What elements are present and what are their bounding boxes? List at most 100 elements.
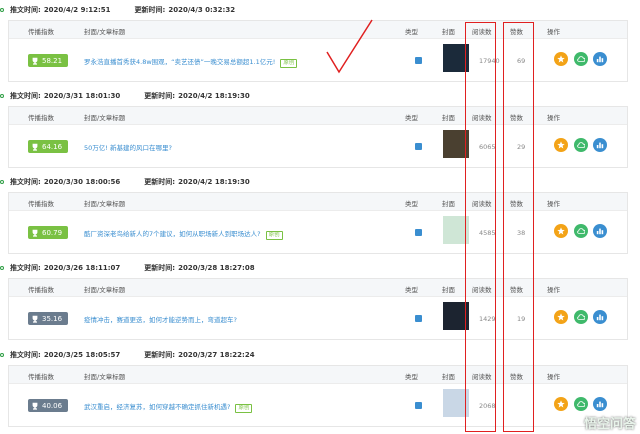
trophy-icon <box>32 57 38 65</box>
article-title-text: 50万亿! 新基建的风口在哪里? <box>84 144 172 152</box>
article-meta: 推文时间: 2020/3/26 18:11:07 更新时间: 2020/3/28… <box>0 262 640 274</box>
table-header: 传播指数 封面/文章标题 类型 封面 阅读数 赞数 操作 <box>9 366 627 384</box>
stats-button[interactable] <box>593 310 607 324</box>
trophy-icon <box>32 229 38 237</box>
score-value: 40.06 <box>42 401 63 410</box>
image-type-icon <box>415 143 422 150</box>
star-icon <box>557 227 565 235</box>
image-type-icon <box>415 229 422 236</box>
score-value: 35.16 <box>42 314 63 323</box>
bar-chart-icon <box>596 56 604 63</box>
cloud-button[interactable] <box>574 224 588 238</box>
score-badge: 58.21 <box>28 54 68 67</box>
col-header-score: 传播指数 <box>28 114 54 122</box>
score-badge: 60.79 <box>28 226 68 239</box>
image-type-icon <box>415 57 422 64</box>
article-card: 传播指数 封面/文章标题 类型 封面 阅读数 赞数 操作 64.16 50万亿!… <box>8 106 628 168</box>
col-header-cover: 封面 <box>442 114 455 122</box>
update-time-value: 2020/4/2 18:19:30 <box>178 178 250 186</box>
image-type-icon <box>415 315 422 322</box>
cloud-button[interactable] <box>574 138 588 152</box>
col-header-actions: 操作 <box>547 373 560 381</box>
update-time-label: 更新时间: <box>134 6 166 14</box>
original-tag: 原创 <box>235 404 253 413</box>
col-header-cover: 封面 <box>442 373 455 381</box>
update-time-label: 更新时间: <box>144 264 176 272</box>
col-header-type: 类型 <box>405 286 418 294</box>
publish-time-label: 推文时间: <box>10 264 41 272</box>
original-tag: 原创 <box>265 231 283 240</box>
table-row: 58.21 罗永浩直播首秀获4.8w围观，“卖艺还债”一晚交易总额超1.1亿元!… <box>9 40 627 82</box>
timeline-dot <box>0 8 4 12</box>
table-row: 35.16 疫情冲击，赛道更迭，如何才能逆势而上，弯道超车? 1429 19 <box>9 298 627 340</box>
publish-time-label: 推文时间: <box>10 351 41 359</box>
col-header-cover: 封面 <box>442 286 455 294</box>
image-type-icon <box>415 402 422 409</box>
stats-button[interactable] <box>593 138 607 152</box>
article-title-link[interactable]: 罗永浩直播首秀获4.8w围观，“卖艺还债”一晚交易总额超1.1亿元! 原创 <box>84 56 298 68</box>
bar-chart-icon <box>596 401 604 408</box>
col-header-type: 类型 <box>405 373 418 381</box>
publish-time-value: 2020/3/25 18:05:57 <box>43 351 121 359</box>
score-value: 58.21 <box>42 56 63 65</box>
col-header-cover: 封面 <box>442 28 455 36</box>
publish-time-label: 推文时间: <box>10 178 41 186</box>
timeline-dot <box>0 353 4 357</box>
publish-time-value: 2020/3/30 18:00:56 <box>43 178 121 186</box>
article-card: 传播指数 封面/文章标题 类型 封面 阅读数 赞数 操作 40.06 武汉重启，… <box>8 365 628 427</box>
table-row: 40.06 武汉重启，经济复苏，如何穿越不确定抓住新机遇? 原创 2068 <box>9 385 627 427</box>
update-time-label: 更新时间: <box>144 351 176 359</box>
article-title-link[interactable]: 酷厂资深老鸟给新人的7个建议，如何从职场新人到职场达人? 原创 <box>84 228 283 240</box>
col-header-actions: 操作 <box>547 28 560 36</box>
original-tag: 原创 <box>280 59 298 68</box>
star-icon <box>557 55 565 63</box>
col-header-actions: 操作 <box>547 114 560 122</box>
table-row: 64.16 50万亿! 新基建的风口在哪里? 6065 29 <box>9 126 627 168</box>
star-button[interactable] <box>554 138 568 152</box>
score-badge: 40.06 <box>28 399 68 412</box>
article-title-link[interactable]: 疫情冲击，赛道更迭，如何才能逆势而上，弯道超车? <box>84 314 237 324</box>
article-card: 传播指数 封面/文章标题 类型 封面 阅读数 赞数 操作 35.16 疫情冲击，… <box>8 278 628 340</box>
article-title-link[interactable]: 武汉重启，经济复苏，如何穿越不确定抓住新机遇? 原创 <box>84 401 253 413</box>
cloud-icon <box>577 401 585 407</box>
score-badge: 35.16 <box>28 312 68 325</box>
stats-button[interactable] <box>593 224 607 238</box>
table-header: 传播指数 封面/文章标题 类型 封面 阅读数 赞数 操作 <box>9 21 627 39</box>
score-value: 60.79 <box>42 228 63 237</box>
timeline-dot <box>0 180 4 184</box>
col-header-score: 传播指数 <box>28 28 54 36</box>
col-header-title: 封面/文章标题 <box>84 200 126 208</box>
star-button[interactable] <box>554 224 568 238</box>
col-header-cover: 封面 <box>442 200 455 208</box>
cloud-icon <box>577 142 585 148</box>
table-header: 传播指数 封面/文章标题 类型 封面 阅读数 赞数 操作 <box>9 107 627 125</box>
table-header: 传播指数 封面/文章标题 类型 封面 阅读数 赞数 操作 <box>9 193 627 211</box>
stats-button[interactable] <box>593 397 607 411</box>
cloud-button[interactable] <box>574 397 588 411</box>
col-header-score: 传播指数 <box>28 200 54 208</box>
star-icon <box>557 313 565 321</box>
cloud-icon <box>577 314 585 320</box>
stats-button[interactable] <box>593 52 607 66</box>
reads-highlight-box <box>465 22 496 432</box>
article-title-link[interactable]: 50万亿! 新基建的风口在哪里? <box>84 142 172 152</box>
col-header-score: 传播指数 <box>28 373 54 381</box>
star-button[interactable] <box>554 397 568 411</box>
update-time-value: 2020/3/28 18:27:08 <box>178 264 255 272</box>
star-button[interactable] <box>554 52 568 66</box>
col-header-title: 封面/文章标题 <box>84 373 126 381</box>
star-button[interactable] <box>554 310 568 324</box>
cloud-button[interactable] <box>574 52 588 66</box>
trophy-icon <box>32 402 38 410</box>
article-card: 传播指数 封面/文章标题 类型 封面 阅读数 赞数 操作 58.21 罗永浩直播… <box>8 20 628 82</box>
timeline-dot <box>0 266 4 270</box>
article-card: 传播指数 封面/文章标题 类型 封面 阅读数 赞数 操作 60.79 酷厂资深老… <box>8 192 628 254</box>
cloud-button[interactable] <box>574 310 588 324</box>
article-meta: 推文时间: 2020/3/30 18:00:56 更新时间: 2020/4/2 … <box>0 176 640 188</box>
article-meta: 推文时间: 2020/3/25 18:05:57 更新时间: 2020/3/27… <box>0 349 640 361</box>
col-header-score: 传播指数 <box>28 286 54 294</box>
article-meta: 推文时间: 2020/4/2 9:12:51 更新时间: 2020/4/3 0:… <box>0 4 640 16</box>
col-header-type: 类型 <box>405 114 418 122</box>
trophy-icon <box>32 315 38 323</box>
update-time-value: 2020/3/27 18:22:24 <box>178 351 255 359</box>
